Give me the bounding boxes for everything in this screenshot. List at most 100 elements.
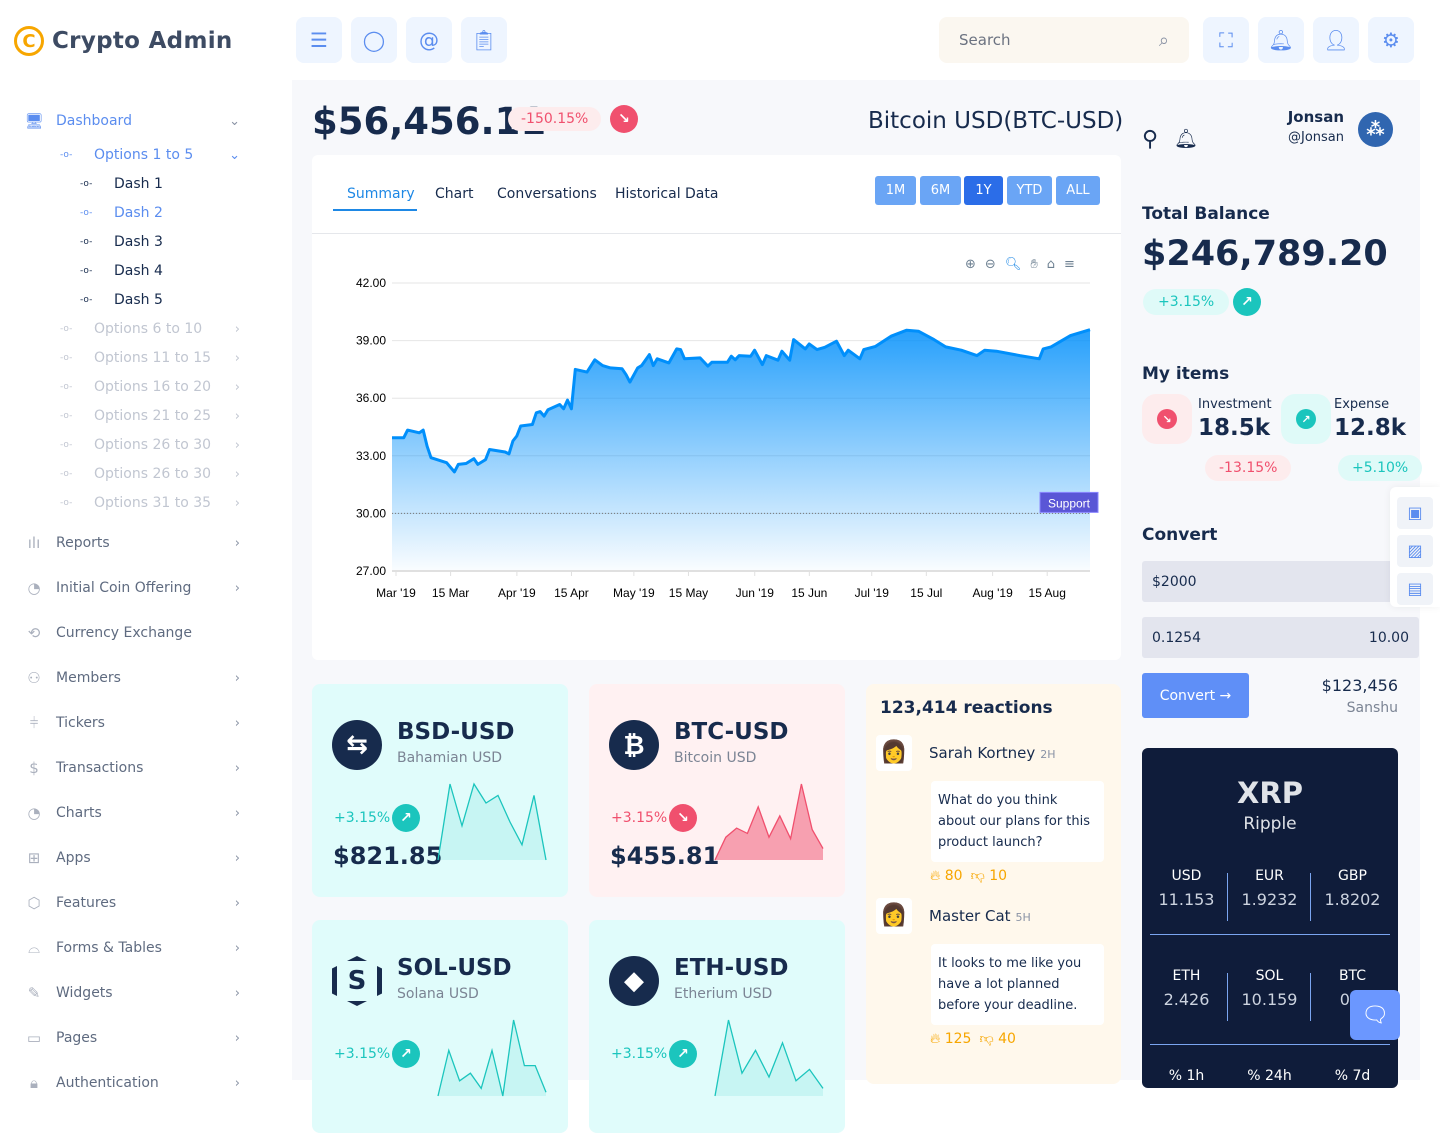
thumbs-down-icon[interactable]: 👎︎	[971, 868, 990, 884]
sidebar-item-dashboard[interactable]: 🖥︎ Dashboard ⌄	[24, 109, 244, 133]
like-count: 125	[944, 1031, 972, 1047]
image-icon[interactable]: ▨	[1397, 535, 1433, 567]
price-area-chart[interactable]: 42.00 39.00 36.00 33.00 30.00 27.00 Support Mar…	[312, 234, 1121, 660]
messages-icon[interactable]: ▤	[1397, 573, 1433, 605]
sidebar-item-widgets[interactable]: ✎ Widgets ›	[24, 981, 244, 1005]
cast-icon: ▭	[26, 1029, 42, 1047]
pie-chart-icon: ◔	[27, 804, 41, 822]
sidebar-group[interactable]: -o- Options 11 to 15 ›	[60, 347, 244, 369]
sidebar-subitem-label: Dash 2	[114, 205, 163, 221]
comment-time: 5H	[1015, 911, 1031, 924]
range-button-ytd[interactable]: YTD	[1007, 176, 1052, 205]
range-button-1m[interactable]: 1M	[875, 176, 916, 205]
circle-dot-icon: -o-	[60, 150, 73, 160]
divider	[1150, 1044, 1390, 1045]
sidebar-subitem-dash-5[interactable]: -o- Dash 5	[80, 289, 163, 311]
sidebar-item-members[interactable]: ⚇ Members ›	[24, 666, 244, 690]
sidebar-item-label: Apps	[56, 850, 91, 866]
currency-rate: 11.153	[1158, 890, 1215, 909]
comment-time: 2H	[1040, 748, 1056, 761]
ticker-card-sol-usd[interactable]: S SOL-USD Solana USD +3.15% ↗	[312, 920, 568, 1133]
x-tick-label: 15 Aug	[1029, 586, 1066, 600]
range-button-all[interactable]: ALL	[1056, 176, 1100, 205]
mention-button[interactable]: @	[406, 17, 452, 63]
sidebar-item-charts[interactable]: ◔ Charts ›	[24, 801, 244, 825]
tab-conversations[interactable]: Conversations	[497, 186, 597, 202]
ticker-name: Bitcoin USD	[674, 750, 757, 766]
sidebar-item-pages[interactable]: ▭ Pages ›	[24, 1026, 244, 1050]
search-input[interactable]: Search ⌕	[939, 17, 1189, 63]
range-button-6m[interactable]: 6M	[920, 176, 961, 205]
search-icon: ⌕	[1158, 29, 1169, 51]
ticker-card-bsd-usd[interactable]: ⇆ BSD-USD Bahamian USD +3.15% ↗ $821.85	[312, 684, 568, 897]
tab-chart[interactable]: Chart	[435, 186, 473, 202]
edit-icon: ✎	[27, 984, 41, 1002]
ripple-avatar-icon[interactable]: ⁂	[1358, 112, 1393, 147]
sidebar-item-reports[interactable]: ılı Reports ›	[24, 531, 244, 555]
sidebar-item-initial-coin-offering[interactable]: ◔ Initial Coin Offering ›	[24, 576, 244, 600]
sidebar-item-currency-exchange[interactable]: ⟲ Currency Exchange	[24, 621, 244, 645]
ethereum-icon: ◆	[609, 956, 659, 1006]
convert-from-value: $2000	[1152, 573, 1197, 590]
sidebar-group[interactable]: -o- Options 31 to 35 ›	[60, 492, 244, 514]
sidebar-subitem-dash-2[interactable]: -o- Dash 2	[80, 202, 163, 224]
tab-summary[interactable]: Summary	[347, 186, 415, 202]
fullscreen-button[interactable]: ⛶	[1203, 17, 1249, 63]
fire-icon[interactable]: 🔥︎	[930, 868, 945, 884]
ticker-value: $821.85	[333, 842, 443, 870]
sidebar-group-options-1-5[interactable]: -o- Options 1 to 5 ⌄	[60, 144, 244, 166]
clipboard-button[interactable]: 📋︎	[461, 17, 507, 63]
y-tick-label: 33.00	[356, 449, 386, 463]
sidebar-subitem-dash-4[interactable]: -o- Dash 4	[80, 260, 163, 282]
range-button-1y[interactable]: 1Y	[964, 176, 1003, 205]
sidebar-group[interactable]: -o- Options 16 to 20 ›	[60, 376, 244, 398]
circle-dot-icon: -o-	[60, 353, 73, 363]
sidebar-group[interactable]: -o- Options 6 to 10 ›	[60, 318, 244, 340]
settings-button[interactable]: ⚙	[1368, 17, 1414, 63]
avatar: 👩	[876, 898, 912, 934]
sidebar-item-features[interactable]: ⬡ Features ›	[24, 891, 244, 915]
search-icon[interactable]: ⚲	[1142, 127, 1158, 152]
ticker-name: Solana USD	[397, 986, 479, 1002]
chevron-right-icon: ›	[234, 437, 240, 453]
sidebar-subitem-dash-1[interactable]: -o- Dash 1	[80, 173, 163, 195]
sidebar-group[interactable]: -o- Options 21 to 25 ›	[60, 405, 244, 427]
sidebar-item-authentication[interactable]: 🔒︎ Authentication ›	[24, 1071, 244, 1095]
dislike-count: 10	[989, 868, 1008, 884]
convert-button[interactable]: Convert →	[1142, 673, 1249, 718]
ticker-sparkline	[437, 1019, 547, 1097]
sidebar-item-tickers[interactable]: ⫩ Tickers ›	[24, 711, 244, 735]
chat-launcher-button[interactable]: 🗨︎	[1350, 990, 1400, 1040]
chat-button[interactable]: ◯	[351, 17, 397, 63]
expense-label: Expense	[1334, 397, 1390, 412]
sidebar-group[interactable]: -o- Options 26 to 30 ›	[60, 434, 244, 456]
convert-to-input[interactable]: 0.1254 10.00	[1142, 617, 1419, 658]
ticker-sparkline	[714, 1019, 824, 1097]
tab-historical-data[interactable]: Historical Data	[615, 186, 718, 202]
y-tick-label: 42.00	[356, 276, 386, 290]
menu-toggle-button[interactable]: ☰	[296, 17, 342, 63]
fire-icon[interactable]: 🔥︎	[930, 1031, 945, 1047]
investment-change: -13.15%	[1205, 455, 1292, 481]
ticker-card-btc-usd[interactable]: ₿ BTC-USD Bitcoin USD +3.15% ↘ $455.81	[589, 684, 845, 897]
profile-button[interactable]: 👤︎	[1313, 17, 1359, 63]
sidebar-item-apps[interactable]: ⊞ Apps ›	[24, 846, 244, 870]
expense-change: +5.10%	[1338, 455, 1423, 481]
app-logo[interactable]: C Crypto Admin	[14, 26, 233, 56]
sidebar-item-transactions[interactable]: $ Transactions ›	[24, 756, 244, 780]
camera-icon[interactable]: ▣	[1397, 497, 1433, 529]
bell-icon[interactable]: 🔔︎	[1174, 127, 1198, 150]
ticker-change: +3.15%	[611, 810, 668, 826]
xrp-rate-cell: SOL 10.159	[1228, 968, 1311, 1009]
sidebar-subitem-dash-3[interactable]: -o- Dash 3	[80, 231, 163, 253]
ticker-symbol: SOL-USD	[397, 955, 512, 981]
sidebar-item-forms-tables[interactable]: ⌓ Forms & Tables ›	[24, 936, 244, 960]
ticker-card-eth-usd[interactable]: ◆ ETH-USD Etherium USD +3.15% ↗	[589, 920, 845, 1133]
notifications-button[interactable]: 🔔︎	[1258, 17, 1304, 63]
y-tick-label: 30.00	[356, 506, 386, 520]
bitcoin-icon: ₿	[609, 720, 659, 770]
convert-from-input[interactable]: $20004.	[1142, 561, 1419, 602]
comment-author: Master Cat 5H	[929, 907, 1031, 925]
thumbs-down-icon[interactable]: 👎︎	[979, 1031, 998, 1047]
sidebar-group[interactable]: -o- Options 26 to 30 ›	[60, 463, 244, 485]
